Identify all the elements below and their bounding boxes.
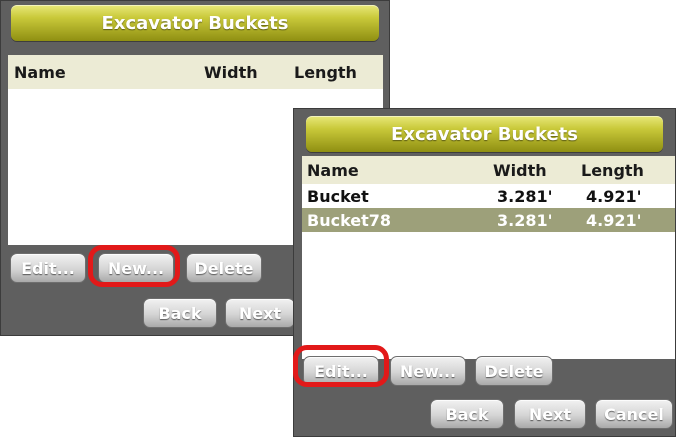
dialog-title: Excavator Buckets — [11, 5, 379, 41]
next-button[interactable]: Next — [225, 298, 295, 328]
column-length[interactable]: Length — [581, 161, 644, 180]
column-name[interactable]: Name — [307, 161, 359, 180]
row-width: 3.281' — [497, 186, 553, 206]
back-button[interactable]: Back — [430, 399, 504, 429]
list-row-bucket[interactable]: Bucket 3.281' 4.921' — [302, 184, 675, 208]
delete-button[interactable]: Delete — [186, 253, 262, 283]
row-name: Bucket — [307, 186, 369, 206]
column-width[interactable]: Width — [493, 161, 547, 180]
list-header: Name Width Length — [302, 156, 675, 184]
new-button-highlight-ring — [88, 245, 180, 287]
dialog-title: Excavator Buckets — [306, 116, 663, 152]
column-width[interactable]: Width — [204, 63, 258, 82]
list-header: Name Width Length — [8, 55, 383, 89]
bucket-list[interactable]: Name Width Length Bucket 3.281' 4.921' B… — [302, 156, 675, 359]
next-button[interactable]: Next — [514, 399, 586, 429]
edit-button-highlight-ring — [293, 345, 389, 387]
row-width: 3.281' — [497, 210, 553, 230]
row-length: 4.921' — [586, 210, 642, 230]
column-name[interactable]: Name — [14, 63, 66, 82]
new-button[interactable]: New... — [390, 356, 466, 386]
excavator-buckets-dialog-front: Excavator Buckets Name Width Length Buck… — [293, 108, 676, 437]
list-row-bucket78-selected[interactable]: Bucket78 3.281' 4.921' — [302, 208, 675, 232]
row-length: 4.921' — [586, 186, 642, 206]
back-button[interactable]: Back — [143, 298, 217, 328]
delete-button[interactable]: Delete — [475, 356, 553, 386]
edit-button[interactable]: Edit... — [10, 253, 86, 283]
column-length[interactable]: Length — [294, 63, 357, 82]
cancel-button[interactable]: Cancel — [595, 399, 673, 429]
row-name: Bucket78 — [307, 210, 392, 230]
